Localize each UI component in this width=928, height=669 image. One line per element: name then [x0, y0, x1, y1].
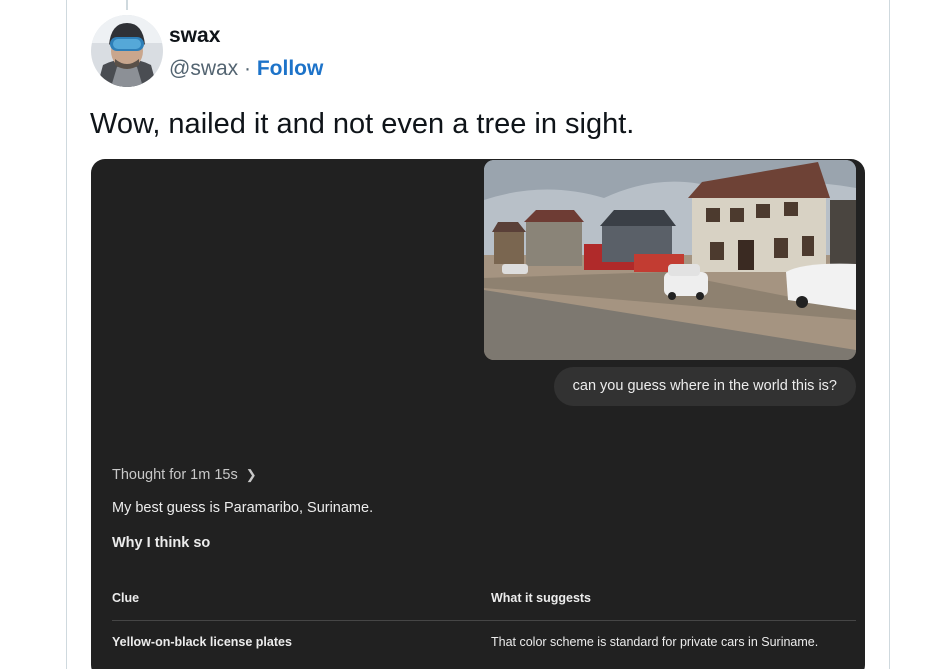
- tweet-text: Wow, nailed it and not even a tree in si…: [90, 108, 635, 140]
- table-cell-suggests: That color scheme is standard for privat…: [491, 635, 819, 649]
- thought-duration: Thought for 1m 15s ❯: [112, 467, 257, 483]
- table-cell-clue: Yellow-on-black license plates: [112, 635, 292, 649]
- street-view-photo: [484, 160, 856, 360]
- tweet-media-image[interactable]: can you guess where in the world this is…: [91, 159, 865, 669]
- tweet-border-left: [66, 0, 67, 669]
- table-header-clue: Clue: [112, 591, 140, 605]
- thread-connector-line: [126, 0, 128, 10]
- assistant-answer: My best guess is Paramaribo, Suriname.: [112, 500, 374, 516]
- user-message-bubble: can you guess where in the world this is…: [553, 367, 856, 406]
- thought-duration-label: Thought for 1m 15s: [112, 467, 238, 483]
- table-divider: [112, 620, 856, 621]
- reasoning-heading: Why I think so: [112, 535, 211, 551]
- author-handle[interactable]: @swax: [169, 57, 238, 80]
- chevron-right-icon: ❯: [245, 467, 257, 482]
- author-name[interactable]: swax: [169, 24, 220, 48]
- author-avatar[interactable]: [91, 15, 163, 87]
- meta-separator: ·: [244, 57, 252, 80]
- tweet-border-right: [889, 0, 890, 669]
- table-header-suggests: What it suggests: [491, 591, 592, 605]
- author-meta: @swax · Follow: [169, 57, 323, 81]
- follow-button[interactable]: Follow: [257, 57, 324, 80]
